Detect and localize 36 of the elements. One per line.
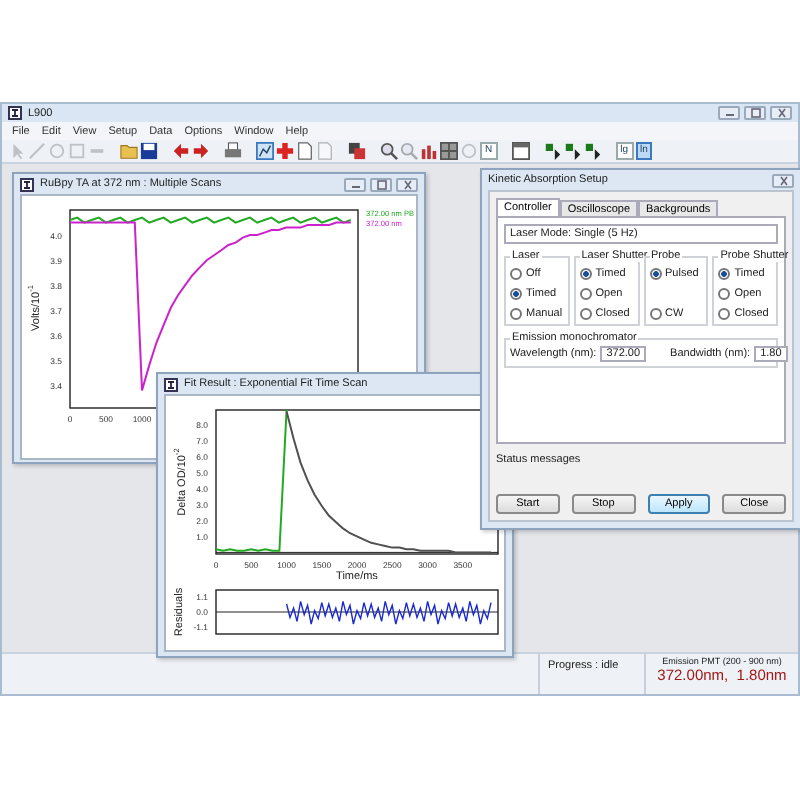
radio-button[interactable] (510, 308, 522, 320)
arrows-icon[interactable] (583, 142, 602, 160)
minimize-button[interactable] (718, 106, 740, 120)
radio-button[interactable] (579, 308, 592, 320)
minimize-icon (723, 108, 735, 118)
maximize-icon (375, 179, 387, 189)
radio-button[interactable] (649, 268, 661, 280)
close-button[interactable] (772, 173, 794, 187)
arrows-icon[interactable] (563, 142, 582, 160)
window-icon[interactable] (511, 142, 530, 160)
radio-button[interactable] (718, 308, 731, 320)
radio-button[interactable] (579, 288, 592, 300)
close-icon (775, 108, 787, 118)
close-button[interactable] (770, 106, 792, 120)
close-button[interactable] (396, 177, 418, 191)
close-icon (401, 179, 413, 189)
minimize-button[interactable] (344, 177, 366, 191)
radio-button[interactable] (718, 268, 731, 280)
maximize-button[interactable] (744, 106, 766, 120)
save-icon[interactable] (140, 142, 158, 160)
plus-icon[interactable] (276, 142, 294, 160)
radio-button[interactable] (510, 288, 522, 300)
radio-button[interactable] (649, 308, 661, 320)
maximize-icon (749, 108, 761, 118)
search-icon[interactable] (380, 142, 398, 160)
stack-icon[interactable] (348, 142, 366, 160)
maximize-button[interactable] (370, 177, 392, 191)
grid-icon[interactable] (440, 142, 458, 160)
bar-chart-icon[interactable] (420, 142, 438, 160)
arrows-icon[interactable] (543, 142, 562, 160)
radio-button[interactable] (510, 268, 522, 280)
chart-icon[interactable] (256, 142, 274, 160)
printer-icon[interactable] (224, 142, 242, 160)
radio-button[interactable] (718, 288, 731, 300)
close-icon (777, 175, 789, 185)
radio-button[interactable] (579, 268, 592, 280)
